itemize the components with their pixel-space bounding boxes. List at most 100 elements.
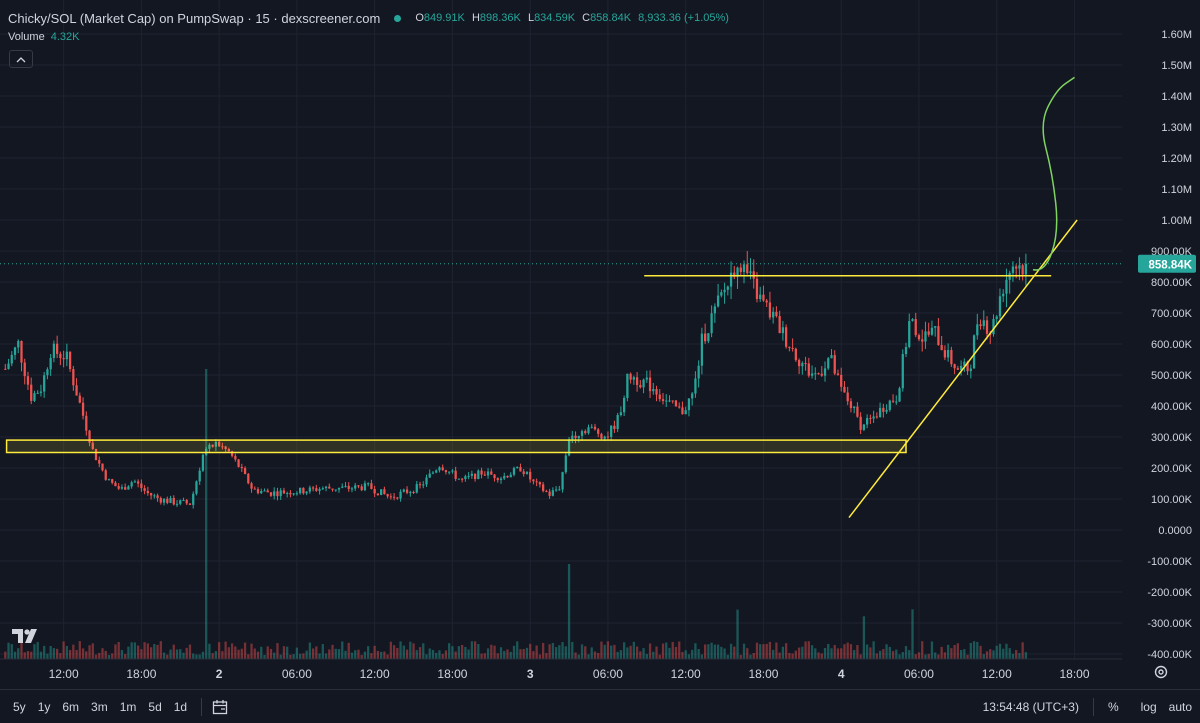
candle-body — [616, 415, 619, 430]
gear-icon[interactable] — [1153, 664, 1169, 680]
candle-body — [461, 478, 464, 480]
volume-bar — [1024, 652, 1028, 659]
time-axis[interactable]: 12:00 18:00 2 06:00 12:00 18:00 3 06:00 12:00 18:… — [0, 658, 1122, 681]
candle-body — [146, 490, 149, 494]
volume-bar — [78, 641, 81, 659]
volume-bar — [120, 649, 124, 659]
volume-bar — [989, 649, 992, 659]
volume-bar — [836, 648, 840, 659]
volume-bar — [584, 646, 587, 659]
candle-body — [133, 481, 137, 483]
volume-bar — [104, 650, 107, 659]
range-1y-button[interactable]: 1y — [38, 700, 51, 714]
range-6m-button[interactable]: 6m — [62, 700, 79, 714]
volume-bar — [904, 646, 908, 659]
volume-bar — [182, 652, 185, 659]
percent-scale-button[interactable]: % — [1108, 700, 1119, 714]
price-tick-label: 500.00K — [1151, 370, 1193, 382]
volume-bar — [422, 643, 425, 659]
price-candles — [4, 251, 1028, 509]
volume-bar — [739, 654, 742, 659]
time-tick-label: 12:00 — [982, 667, 1012, 681]
volume-bar — [282, 646, 286, 659]
volume-bar — [457, 646, 461, 659]
volume-bar — [525, 647, 529, 659]
volume-bar — [665, 642, 668, 659]
candle-body — [418, 484, 422, 486]
price-axis[interactable]: 1.60M1.50M1.40M1.30M1.20M1.10M1.00M900.0… — [1122, 0, 1200, 689]
candle-body — [561, 472, 564, 490]
range-1d-button[interactable]: 1d — [174, 700, 187, 714]
candle-body — [917, 335, 921, 340]
range-1m-button[interactable]: 1m — [120, 700, 137, 714]
volume-bar — [859, 654, 862, 659]
range-5d-button[interactable]: 5d — [148, 700, 161, 714]
volume-bar — [250, 643, 253, 659]
range-3m-button[interactable]: 3m — [91, 700, 108, 714]
volume-bar — [759, 644, 762, 659]
candle-body — [282, 490, 286, 494]
volume-bar — [571, 641, 574, 659]
volume-bar — [279, 654, 282, 659]
volume-bar — [934, 652, 937, 659]
candle-body — [775, 311, 778, 317]
candle-body — [292, 493, 295, 495]
volume-bar — [956, 643, 959, 659]
calendar-range-icon[interactable] — [212, 699, 228, 715]
symbol-title[interactable]: Chicky/SOL (Market Cap) on PumpSwap · 15… — [8, 11, 380, 26]
log-scale-button[interactable]: log — [1141, 700, 1157, 714]
volume-bar — [334, 648, 337, 659]
price-tick-label: 1.50M — [1161, 60, 1192, 72]
candlestick-chart[interactable]: 1.60M1.50M1.40M1.30M1.20M1.10M1.00M900.0… — [0, 0, 1200, 722]
candle-body — [590, 426, 593, 428]
auto-scale-button[interactable]: auto — [1169, 700, 1192, 714]
volume-bar — [878, 650, 882, 659]
candle-body — [477, 470, 480, 479]
candle-body — [98, 460, 101, 464]
tradingview-logo-icon[interactable] — [12, 627, 40, 645]
candle-body — [726, 286, 729, 290]
volume-bar — [370, 653, 373, 659]
volume-bar — [224, 641, 227, 659]
candle-body — [299, 487, 302, 494]
candle-body — [36, 392, 39, 394]
clock-display[interactable]: 13:54:48 (UTC+3) — [983, 700, 1079, 714]
volume-legend[interactable]: Volume 4.32K — [8, 31, 79, 43]
volume-bar — [425, 654, 428, 659]
volume-bar — [221, 651, 224, 659]
candle-body — [1015, 266, 1018, 269]
volume-bar — [522, 648, 525, 659]
candle-body — [629, 373, 632, 380]
volume-bar — [746, 648, 749, 659]
candle-body — [943, 350, 947, 358]
chart-drawings — [0, 76, 1122, 519]
candle-body — [704, 333, 707, 342]
volume-bar — [130, 642, 133, 659]
candle-body — [759, 294, 762, 300]
volume-bar — [600, 641, 603, 659]
volume-bar — [558, 645, 561, 659]
volume-bar — [674, 646, 678, 659]
collapse-legend-button[interactable] — [9, 50, 33, 68]
candle-body — [1011, 266, 1015, 273]
volume-bar — [451, 646, 454, 659]
candle-body — [697, 365, 700, 379]
time-tick-label: 18:00 — [437, 667, 467, 681]
volume-bar — [305, 650, 308, 659]
candle-body — [529, 471, 532, 480]
change-value: 8,933.36 (+1.05%) — [638, 12, 729, 24]
candle-body — [256, 489, 260, 494]
volume-bar — [195, 654, 198, 659]
range-5y-button[interactable]: 5y — [13, 700, 26, 714]
volume-bar — [901, 652, 904, 659]
volume-bar — [431, 649, 435, 659]
candle-body — [982, 320, 985, 327]
candle-body — [1005, 279, 1008, 294]
candle-body — [713, 306, 716, 314]
candle-body — [305, 491, 308, 494]
candle-body — [107, 479, 111, 481]
volume-bar — [713, 644, 716, 659]
candle-body — [276, 491, 279, 497]
volume-bar — [409, 641, 412, 659]
volume-bar — [324, 653, 328, 659]
